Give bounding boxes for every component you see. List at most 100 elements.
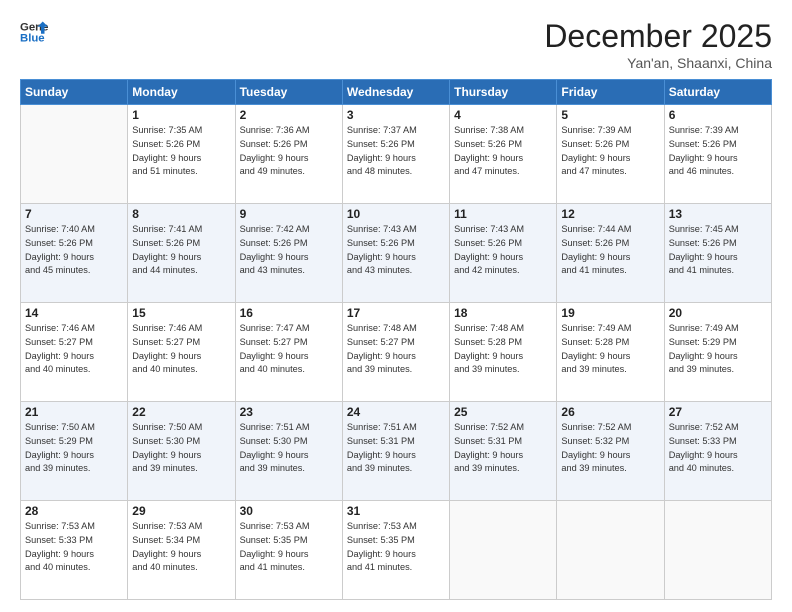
- day-info: Sunrise: 7:53 AM Sunset: 5:34 PM Dayligh…: [132, 520, 230, 575]
- day-number: 1: [132, 108, 230, 122]
- calendar-cell: 31Sunrise: 7:53 AM Sunset: 5:35 PM Dayli…: [342, 501, 449, 600]
- day-number: 19: [561, 306, 659, 320]
- day-number: 13: [669, 207, 767, 221]
- day-number: 26: [561, 405, 659, 419]
- day-info: Sunrise: 7:49 AM Sunset: 5:29 PM Dayligh…: [669, 322, 767, 377]
- month-title: December 2025: [544, 18, 772, 55]
- calendar-cell: [450, 501, 557, 600]
- day-number: 15: [132, 306, 230, 320]
- calendar-cell: 20 Sunrise: 7:49 AM Sunset: 5:29 PM Dayli…: [664, 303, 771, 402]
- day-info: Sunrise: 7:48 AM Sunset: 5:28 PM Dayligh…: [454, 322, 552, 377]
- day-info: Sunrise: 7:53 AM Sunset: 5:35 PM Dayligh…: [347, 520, 445, 575]
- day-number: 24: [347, 405, 445, 419]
- day-info: Sunrise: 7:44 AM Sunset: 5:26 PM Dayligh…: [561, 223, 659, 278]
- calendar-cell: 2 Sunrise: 7:36 AM Sunset: 5:26 PM Daylig…: [235, 105, 342, 204]
- day-number: 21: [25, 405, 123, 419]
- day-number: 23: [240, 405, 338, 419]
- day-info: Sunrise: 7:50 AM Sunset: 5:30 PM Dayligh…: [132, 421, 230, 476]
- col-header-thursday: Thursday: [450, 80, 557, 105]
- day-info: Sunrise: 7:52 AM Sunset: 5:31 PM Dayligh…: [454, 421, 552, 476]
- day-info: Sunrise: 7:50 AM Sunset: 5:29 PM Dayligh…: [25, 421, 123, 476]
- calendar-cell: 30 Sunrise: 7:53 AM Sunset: 5:35 PM Dayli…: [235, 501, 342, 600]
- day-number: 16: [240, 306, 338, 320]
- calendar-cell: 7 Sunrise: 7:40 AM Sunset: 5:26 PM Daylig…: [21, 204, 128, 303]
- calendar-cell: 19 Sunrise: 7:49 AM Sunset: 5:28 PM Dayli…: [557, 303, 664, 402]
- calendar-cell: 18 Sunrise: 7:48 AM Sunset: 5:28 PM Dayli…: [450, 303, 557, 402]
- calendar-week-2: 7 Sunrise: 7:40 AM Sunset: 5:26 PM Daylig…: [21, 204, 772, 303]
- day-info: Sunrise: 7:52 AM Sunset: 5:33 PM Dayligh…: [669, 421, 767, 476]
- col-header-tuesday: Tuesday: [235, 80, 342, 105]
- svg-text:Blue: Blue: [20, 33, 45, 45]
- col-header-monday: Monday: [128, 80, 235, 105]
- calendar-cell: 1 Sunrise: 7:35 AM Sunset: 5:26 PM Daylig…: [128, 105, 235, 204]
- day-info: Sunrise: 7:39 AM Sunset: 5:26 PM Dayligh…: [561, 124, 659, 179]
- calendar-cell: 15 Sunrise: 7:46 AM Sunset: 5:27 PM Dayli…: [128, 303, 235, 402]
- calendar-header-row: SundayMondayTuesdayWednesdayThursdayFrid…: [21, 80, 772, 105]
- day-number: 5: [561, 108, 659, 122]
- header: General Blue December 2025 Yan'an, Shaan…: [20, 18, 772, 71]
- day-info: Sunrise: 7:53 AM Sunset: 5:33 PM Dayligh…: [25, 520, 123, 575]
- calendar-cell: [664, 501, 771, 600]
- day-info: Sunrise: 7:51 AM Sunset: 5:31 PM Dayligh…: [347, 421, 445, 476]
- calendar-cell: [557, 501, 664, 600]
- day-number: 6: [669, 108, 767, 122]
- day-info: Sunrise: 7:42 AM Sunset: 5:26 PM Dayligh…: [240, 223, 338, 278]
- day-number: 2: [240, 108, 338, 122]
- calendar-cell: 16 Sunrise: 7:47 AM Sunset: 5:27 PM Dayli…: [235, 303, 342, 402]
- calendar-week-4: 21 Sunrise: 7:50 AM Sunset: 5:29 PM Dayli…: [21, 402, 772, 501]
- day-info: Sunrise: 7:36 AM Sunset: 5:26 PM Dayligh…: [240, 124, 338, 179]
- calendar-cell: 5 Sunrise: 7:39 AM Sunset: 5:26 PM Daylig…: [557, 105, 664, 204]
- calendar-cell: 26 Sunrise: 7:52 AM Sunset: 5:32 PM Dayli…: [557, 402, 664, 501]
- day-info: Sunrise: 7:46 AM Sunset: 5:27 PM Dayligh…: [132, 322, 230, 377]
- day-info: Sunrise: 7:43 AM Sunset: 5:26 PM Dayligh…: [347, 223, 445, 278]
- day-number: 18: [454, 306, 552, 320]
- calendar-cell: 29 Sunrise: 7:53 AM Sunset: 5:34 PM Dayli…: [128, 501, 235, 600]
- calendar-cell: 25 Sunrise: 7:52 AM Sunset: 5:31 PM Dayli…: [450, 402, 557, 501]
- day-number: 7: [25, 207, 123, 221]
- calendar-week-1: 1 Sunrise: 7:35 AM Sunset: 5:26 PM Daylig…: [21, 105, 772, 204]
- day-info: Sunrise: 7:52 AM Sunset: 5:32 PM Dayligh…: [561, 421, 659, 476]
- calendar-cell: 14 Sunrise: 7:46 AM Sunset: 5:27 PM Dayli…: [21, 303, 128, 402]
- day-info: Sunrise: 7:49 AM Sunset: 5:28 PM Dayligh…: [561, 322, 659, 377]
- calendar-cell: 3 Sunrise: 7:37 AM Sunset: 5:26 PM Daylig…: [342, 105, 449, 204]
- day-info: Sunrise: 7:37 AM Sunset: 5:26 PM Dayligh…: [347, 124, 445, 179]
- day-info: Sunrise: 7:53 AM Sunset: 5:35 PM Dayligh…: [240, 520, 338, 575]
- logo-icon: General Blue: [20, 18, 48, 46]
- day-info: Sunrise: 7:40 AM Sunset: 5:26 PM Dayligh…: [25, 223, 123, 278]
- calendar-cell: 23Sunrise: 7:51 AM Sunset: 5:30 PM Dayli…: [235, 402, 342, 501]
- day-info: Sunrise: 7:43 AM Sunset: 5:26 PM Dayligh…: [454, 223, 552, 278]
- calendar-cell: 11Sunrise: 7:43 AM Sunset: 5:26 PM Dayli…: [450, 204, 557, 303]
- day-info: Sunrise: 7:48 AM Sunset: 5:27 PM Dayligh…: [347, 322, 445, 377]
- day-number: 4: [454, 108, 552, 122]
- day-info: Sunrise: 7:35 AM Sunset: 5:26 PM Dayligh…: [132, 124, 230, 179]
- calendar-cell: 10 Sunrise: 7:43 AM Sunset: 5:26 PM Dayli…: [342, 204, 449, 303]
- day-number: 12: [561, 207, 659, 221]
- day-number: 27: [669, 405, 767, 419]
- calendar-cell: 13 Sunrise: 7:45 AM Sunset: 5:26 PM Dayli…: [664, 204, 771, 303]
- calendar-cell: 28 Sunrise: 7:53 AM Sunset: 5:33 PM Dayli…: [21, 501, 128, 600]
- day-number: 30: [240, 504, 338, 518]
- day-info: Sunrise: 7:45 AM Sunset: 5:26 PM Dayligh…: [669, 223, 767, 278]
- calendar-week-3: 14 Sunrise: 7:46 AM Sunset: 5:27 PM Dayli…: [21, 303, 772, 402]
- day-number: 25: [454, 405, 552, 419]
- page: General Blue December 2025 Yan'an, Shaan…: [0, 0, 792, 612]
- col-header-wednesday: Wednesday: [342, 80, 449, 105]
- day-number: 10: [347, 207, 445, 221]
- day-info: Sunrise: 7:38 AM Sunset: 5:26 PM Dayligh…: [454, 124, 552, 179]
- day-info: Sunrise: 7:47 AM Sunset: 5:27 PM Dayligh…: [240, 322, 338, 377]
- location: Yan'an, Shaanxi, China: [544, 55, 772, 71]
- day-number: 22: [132, 405, 230, 419]
- day-number: 8: [132, 207, 230, 221]
- day-number: 3: [347, 108, 445, 122]
- day-number: 20: [669, 306, 767, 320]
- calendar-cell: 24 Sunrise: 7:51 AM Sunset: 5:31 PM Dayli…: [342, 402, 449, 501]
- calendar-cell: 6Sunrise: 7:39 AM Sunset: 5:26 PM Daylig…: [664, 105, 771, 204]
- calendar-cell: [21, 105, 128, 204]
- calendar-cell: 12 Sunrise: 7:44 AM Sunset: 5:26 PM Dayli…: [557, 204, 664, 303]
- col-header-sunday: Sunday: [21, 80, 128, 105]
- day-number: 14: [25, 306, 123, 320]
- day-number: 29: [132, 504, 230, 518]
- calendar-cell: 8Sunrise: 7:41 AM Sunset: 5:26 PM Daylig…: [128, 204, 235, 303]
- day-info: Sunrise: 7:46 AM Sunset: 5:27 PM Dayligh…: [25, 322, 123, 377]
- day-number: 28: [25, 504, 123, 518]
